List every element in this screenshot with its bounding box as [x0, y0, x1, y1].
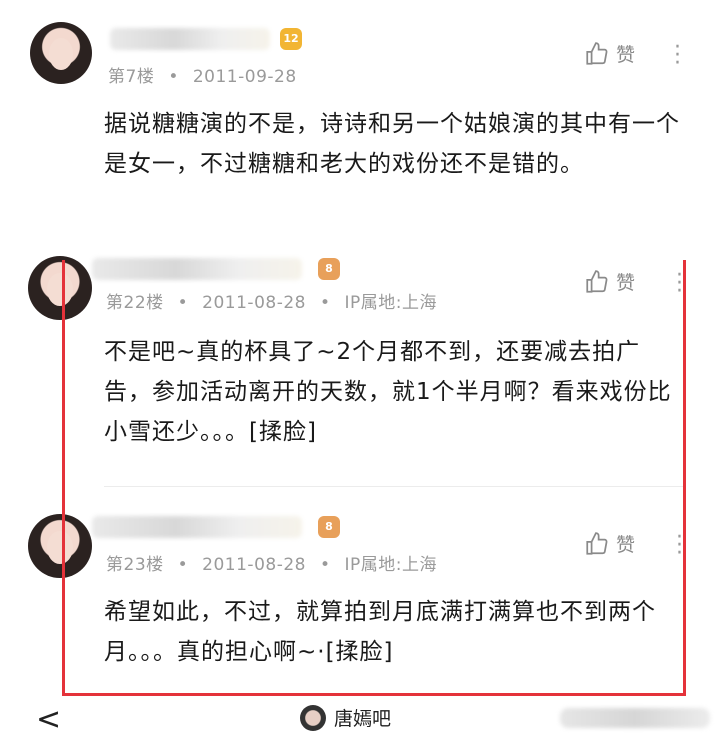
level-badge: 12	[280, 28, 302, 50]
bottom-bar: < 唐嫣吧	[0, 700, 720, 737]
like-label: 赞	[616, 44, 636, 66]
thumbs-up-icon	[586, 41, 608, 65]
post-floor-7: 12 第7楼 • 2011-09-28 赞 · · · 据说糖糖演的不是，诗诗和另一个姑…	[0, 0, 720, 250]
avatar[interactable]	[30, 22, 92, 84]
highlight-border	[62, 260, 686, 696]
back-arrow-icon[interactable]: <	[36, 702, 61, 737]
watermark-blurred	[560, 708, 710, 728]
post-date: 2011-09-28	[192, 67, 297, 87]
like-button[interactable]: 赞	[584, 40, 635, 67]
forum-link[interactable]: 唐嫣吧	[300, 704, 391, 731]
post-meta: 第7楼 • 2011-09-28	[108, 67, 297, 87]
forum-name: 唐嫣吧	[334, 708, 392, 730]
forum-avatar	[300, 704, 326, 731]
floor-number: 第7楼	[108, 67, 155, 87]
username-blurred[interactable]	[110, 28, 270, 50]
more-options-icon[interactable]: · · ·	[674, 37, 681, 75]
post-content: 据说糖糖演的不是，诗诗和另一个姑娘演的其中有一个是女一，不过糖糖和老大的戏份还不…	[104, 111, 680, 177]
